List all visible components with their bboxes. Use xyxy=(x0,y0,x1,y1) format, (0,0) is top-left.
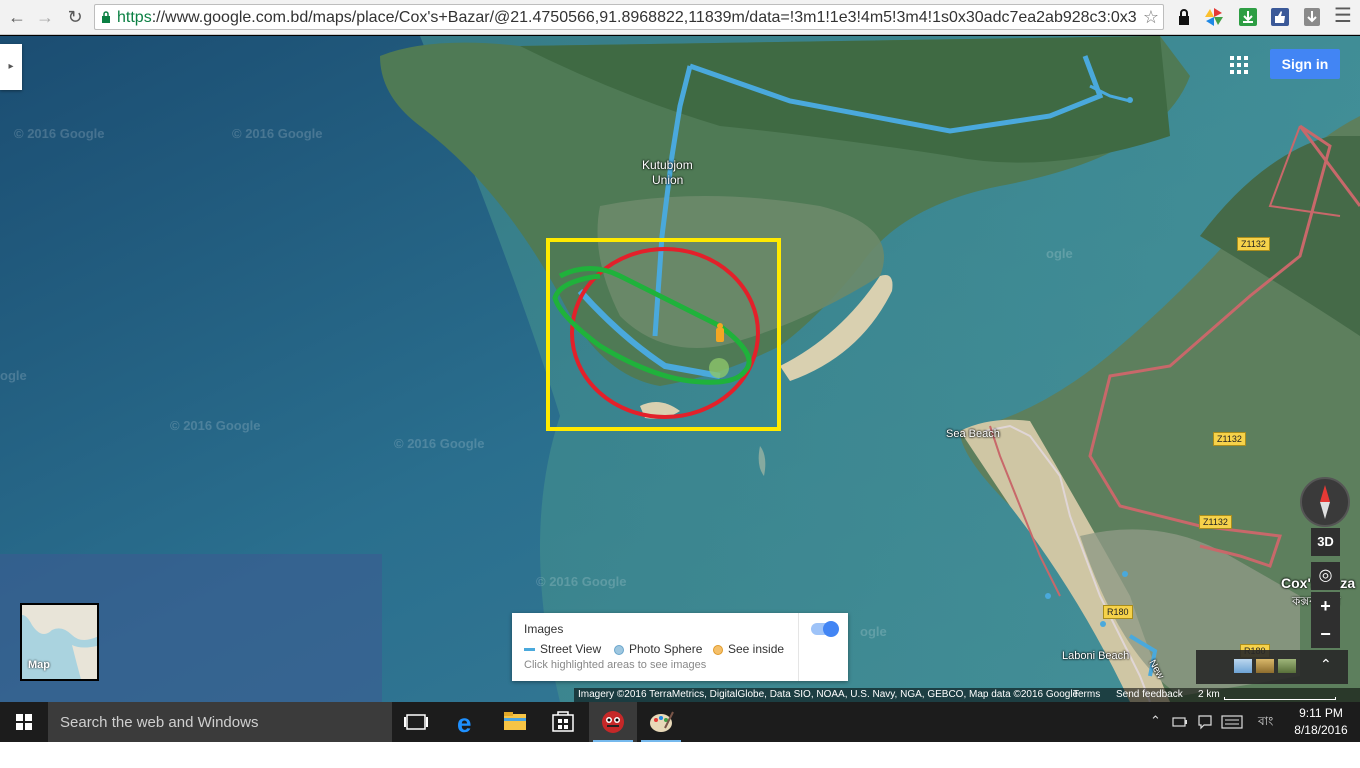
store-icon xyxy=(552,711,574,732)
images-layer-toggle[interactable] xyxy=(811,621,839,637)
start-button[interactable] xyxy=(0,702,48,742)
menu-icon[interactable]: ☰ xyxy=(1332,5,1354,27)
side-panel-toggle[interactable]: ▸ xyxy=(0,44,22,90)
zoom-in-button[interactable]: + xyxy=(1311,592,1340,620)
app-bird-button[interactable] xyxy=(589,702,637,742)
photo-sphere-dot-icon xyxy=(614,644,624,655)
scale-label[interactable]: 2 km xyxy=(1198,689,1220,700)
imagery-thumb-landscape[interactable] xyxy=(1278,659,1296,673)
sign-in-button[interactable]: Sign in xyxy=(1270,49,1340,79)
pinwheel-extension-icon[interactable] xyxy=(1204,7,1224,27)
notification-icon[interactable] xyxy=(1197,714,1213,730)
edge-button[interactable]: e xyxy=(443,702,491,742)
tray-chevron-icon[interactable]: ⌃ xyxy=(1150,713,1161,729)
apps-grid-icon[interactable] xyxy=(1230,56,1248,74)
attribution-text: Imagery ©2016 TerraMetrics, DigitalGlobe… xyxy=(578,689,1079,700)
watermark: © 2016 Google xyxy=(14,126,105,141)
address-bar[interactable]: https://www.google.com.bd/maps/place/Cox… xyxy=(94,4,1164,30)
taskbar-search-box[interactable]: Search the web and Windows xyxy=(48,702,392,742)
send-feedback-link[interactable]: Send feedback xyxy=(1116,689,1183,700)
expand-chevron-icon[interactable]: ⌃ xyxy=(1320,656,1332,673)
below-taskbar-area xyxy=(0,742,1360,768)
store-button[interactable] xyxy=(539,702,587,742)
app-bird-icon xyxy=(602,711,624,733)
svg-text:e: e xyxy=(457,708,471,738)
place-label-sea-beach[interactable]: Sea Beach xyxy=(946,428,1000,440)
clock-time: 9:11 PM xyxy=(1299,706,1343,720)
taskbar-search-placeholder: Search the web and Windows xyxy=(60,714,259,731)
star-icon[interactable]: ☆ xyxy=(1143,7,1159,28)
file-explorer-button[interactable] xyxy=(491,702,539,742)
watermark: © 2016 Google xyxy=(232,126,323,141)
satellite-map[interactable]: © 2016 Google © 2016 Google © 2016 Googl… xyxy=(0,36,1360,702)
see-inside-dot-icon xyxy=(713,644,723,655)
imagery-thumbnails[interactable]: ⌃ xyxy=(1196,650,1348,684)
legend-see-inside: See inside xyxy=(713,642,784,656)
place-label-laboni-beach[interactable]: Laboni Beach xyxy=(1062,650,1129,662)
watermark: ogle xyxy=(1046,246,1073,261)
paint-icon xyxy=(650,711,674,732)
tilt-3d-button[interactable]: 3D xyxy=(1311,528,1340,556)
terms-link[interactable]: Terms xyxy=(1073,689,1100,700)
download-arrow-extension-icon[interactable] xyxy=(1302,7,1322,27)
images-panel-hint: Click highlighted areas to see images xyxy=(524,659,707,671)
task-view-icon xyxy=(404,714,428,730)
browser-toolbar: ← → ↻ https://www.google.com.bd/maps/pla… xyxy=(0,0,1360,35)
legend-photo-sphere: Photo Sphere xyxy=(614,642,702,656)
attribution: Imagery ©2016 TerraMetrics, DigitalGlobe… xyxy=(574,688,1360,702)
clock[interactable]: 9:11 PM 8/18/2016 xyxy=(1290,705,1352,739)
scale-bar xyxy=(1224,697,1336,700)
compass-needle-icon xyxy=(1320,485,1330,519)
imagery-thumb-interior[interactable] xyxy=(1256,659,1274,673)
street-view-line-icon xyxy=(524,648,535,652)
my-location-icon[interactable]: ◎ xyxy=(1311,562,1340,590)
reload-icon[interactable]: ↻ xyxy=(64,6,86,28)
toggle-knob xyxy=(823,621,839,637)
route-shield-z1132: Z1132 xyxy=(1237,237,1270,251)
watermark: ogle xyxy=(860,624,887,639)
url-text: https://www.google.com.bd/maps/place/Cox… xyxy=(117,9,1137,26)
watermark: © 2016 Google xyxy=(170,418,261,433)
route-shield-z1132: Z1132 xyxy=(1213,432,1246,446)
task-view-button[interactable] xyxy=(392,702,440,742)
download-extension-icon[interactable] xyxy=(1238,7,1258,27)
lock-icon xyxy=(102,11,110,23)
map-view-toggle[interactable]: Map xyxy=(20,603,99,681)
zoom-out-button[interactable]: − xyxy=(1311,620,1340,648)
forward-arrow-icon[interactable]: → xyxy=(34,6,56,28)
place-label-union[interactable]: Union xyxy=(652,173,683,187)
network-icon[interactable] xyxy=(1172,715,1188,729)
watermark: © 2016 Google xyxy=(536,574,627,589)
images-panel: Images Street View Photo Sphere See insi… xyxy=(512,613,848,681)
windows-taskbar: Search the web and Windows e ⌃ বাং 9:11 … xyxy=(0,702,1360,742)
route-shield-r180: R180 xyxy=(1103,605,1133,619)
watermark: ogle xyxy=(0,368,27,383)
panel-divider xyxy=(798,613,799,681)
satellite-imagery xyxy=(0,36,1360,702)
paint-button[interactable] xyxy=(637,702,685,742)
watermark: © 2016 Google xyxy=(394,436,485,451)
minimap-label: Map xyxy=(28,659,50,671)
legend-street-view: Street View xyxy=(524,642,601,656)
route-shield-z1132: Z1132 xyxy=(1199,515,1232,529)
file-explorer-icon xyxy=(504,712,526,730)
edge-icon: e xyxy=(457,708,471,738)
language-indicator[interactable]: বাং xyxy=(1258,713,1273,733)
lock-extension-icon[interactable] xyxy=(1174,7,1194,27)
images-panel-title: Images xyxy=(524,622,564,636)
keyboard-icon[interactable] xyxy=(1221,715,1243,729)
windows-logo-icon xyxy=(16,714,32,730)
like-extension-icon[interactable] xyxy=(1270,7,1290,27)
clock-date: 8/18/2016 xyxy=(1294,723,1348,737)
imagery-thumb-sky[interactable] xyxy=(1234,659,1252,673)
back-arrow-icon[interactable]: ← xyxy=(6,6,28,28)
compass-icon[interactable] xyxy=(1300,477,1350,527)
place-label-kutubjom[interactable]: Kutubjom xyxy=(642,158,693,172)
